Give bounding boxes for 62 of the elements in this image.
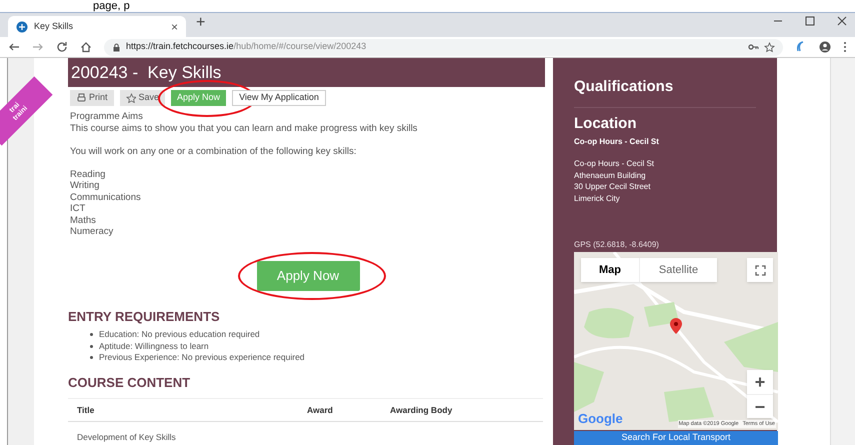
new-tab-button[interactable]: + xyxy=(196,11,206,35)
requirement-item: Education: No previous education required xyxy=(99,329,260,340)
map-type-tab[interactable]: Map xyxy=(581,258,639,282)
fullscreen-icon xyxy=(754,264,766,276)
zoom-in-button[interactable]: + xyxy=(747,370,773,394)
star-icon[interactable] xyxy=(764,42,775,52)
map-pin-icon xyxy=(670,318,682,334)
profile-icon[interactable] xyxy=(819,41,831,53)
document-text: page, p xyxy=(93,0,130,12)
description-line: ICT xyxy=(70,203,86,214)
description-line: Communications xyxy=(70,192,142,203)
bullet xyxy=(90,356,93,360)
lock-icon xyxy=(112,42,121,52)
star-icon xyxy=(126,93,136,103)
address-bar[interactable]: https://train.fetchcourses.ie/hub/home/#/course/view/200243 xyxy=(104,38,783,56)
address-line: Co-op Hours - Cecil St xyxy=(574,158,656,170)
address-line: 30 Upper Cecil Street xyxy=(574,181,652,192)
browser-tab[interactable]: Key Skills × xyxy=(8,16,186,37)
zoom-out-button[interactable]: − xyxy=(747,394,773,418)
map-type-tab[interactable]: Satellite xyxy=(639,258,717,282)
reload-icon[interactable] xyxy=(56,41,68,53)
requirement-item: Previous Experience: No previous experience required xyxy=(99,352,305,364)
description-line: This course aims to show you that you can learn and make progress with key skills xyxy=(70,122,418,134)
printer-icon xyxy=(76,93,86,103)
section-heading: COURSE CONTENT xyxy=(68,374,192,392)
print-button[interactable]: Print xyxy=(70,90,114,106)
location-name: Co-op Hours - Cecil St xyxy=(574,136,660,148)
table-cell-text: Development of Key Skills xyxy=(77,430,177,444)
site-icon xyxy=(16,20,28,32)
close-tab-button[interactable]: × xyxy=(170,18,178,36)
sidebar-heading: Location xyxy=(574,114,638,134)
column-header: Awarding Body xyxy=(390,404,454,416)
column-header: Award xyxy=(307,404,334,416)
plain-button[interactable]: View My Application xyxy=(232,90,326,106)
description-line: Reading xyxy=(70,168,106,180)
description-line: You will work on any one or a combination of the following key skills: xyxy=(70,146,358,157)
column-header: Title xyxy=(77,404,96,416)
search-transport-button[interactable]: Search For Local Transport xyxy=(574,431,778,445)
section-heading: ENTRY REQUIREMENTS xyxy=(68,308,221,326)
bullet xyxy=(90,344,93,348)
fullscreen-button[interactable] xyxy=(747,258,773,282)
description-line: Maths xyxy=(70,214,97,226)
map-logo: Google xyxy=(578,410,623,428)
gps-coordinates: GPS (52.6818, -8.6409) xyxy=(574,239,660,251)
menu-icon[interactable] xyxy=(843,41,847,53)
back-icon[interactable] xyxy=(8,41,20,53)
tab-title: Key Skills xyxy=(34,20,74,33)
key-icon[interactable] xyxy=(748,42,759,52)
address-line: Athenaeum Building xyxy=(574,170,647,181)
close-icon[interactable] xyxy=(837,16,847,26)
course-title: 200243 - Key Skills xyxy=(68,58,545,87)
home-icon[interactable] xyxy=(80,41,92,53)
description-line: Programme Aims xyxy=(70,111,144,122)
maximize-icon[interactable] xyxy=(805,16,815,26)
description-line: Numeracy xyxy=(70,226,114,238)
save-button[interactable]: Save xyxy=(120,90,166,106)
bullet xyxy=(90,333,93,336)
description-line: Writing xyxy=(70,180,100,192)
url-text: https://train.fetchcourses.ie/hub/home/#/course/view/200243 xyxy=(126,40,366,54)
sidebar-heading: Qualifications xyxy=(574,76,756,108)
requirement-item: Aptitude: Willingness to learn xyxy=(99,340,209,352)
address-line: Limerick City xyxy=(574,192,621,204)
